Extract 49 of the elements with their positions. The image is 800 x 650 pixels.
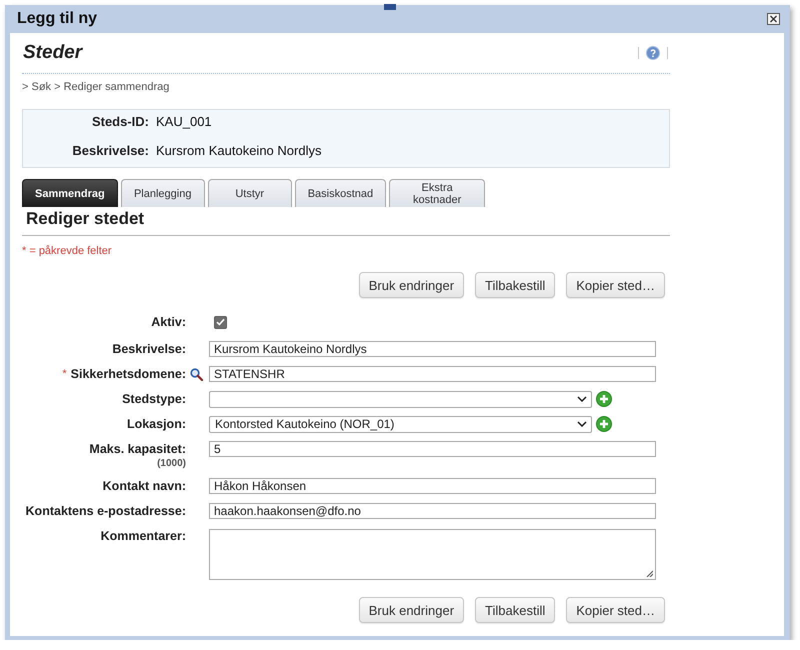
tab[interactable]: Ekstra kostnader (389, 179, 486, 207)
input-field[interactable]: 5 (209, 441, 656, 457)
field-label: Kontakt navn: (102, 478, 186, 495)
help-icon[interactable] (646, 46, 660, 60)
page-title: Steder (22, 42, 82, 64)
action-button[interactable]: Bruk endringer (358, 597, 464, 623)
plus-icon[interactable] (596, 391, 612, 407)
resize-grip-icon (646, 570, 653, 577)
input-field[interactable]: Håkon Håkonsen (209, 478, 656, 494)
field-label: Beskrivelse: (71, 142, 149, 160)
field-label: Steds-ID: (90, 113, 149, 131)
field-value: Kursrom Kautokeino Nordlys (156, 142, 322, 160)
required-mark: * (62, 367, 67, 382)
hint-text: (1000) (157, 458, 186, 470)
field-label: Lokasjon: (126, 416, 186, 433)
field-label: Aktiv: (151, 314, 186, 331)
plus-icon[interactable] (596, 416, 612, 432)
field-value: KAU_001 (156, 113, 213, 131)
tab[interactable]: Utstyr (208, 179, 292, 207)
select-field[interactable] (209, 390, 592, 408)
textarea-field[interactable] (209, 529, 656, 580)
action-button[interactable]: Tilbakestill (475, 597, 556, 623)
required-note: * = påkrevde felter (22, 244, 113, 258)
action-button[interactable]: Kopier sted… (566, 597, 665, 623)
input-field[interactable]: STATENSHR (209, 366, 656, 382)
field-label: Kommentarer: (100, 529, 186, 543)
tab[interactable]: Planlegging (120, 179, 205, 207)
field-label: Stedstype: (122, 391, 186, 408)
breadcrumb: > Søk > Rediger sammendrag (22, 80, 170, 94)
chevron-icon (577, 421, 587, 427)
input-field[interactable]: Kursrom Kautokeino Nordlys (209, 341, 656, 357)
chevron-icon (577, 396, 587, 402)
action-button[interactable]: Kopier sted… (566, 272, 665, 298)
search-icon[interactable] (190, 368, 203, 380)
field-label: Beskrivelse: (112, 341, 186, 358)
select-field[interactable]: Kontorsted Kautokeino (NOR_01) (209, 416, 592, 432)
grip-icon[interactable] (384, 4, 396, 10)
field-label: Maks. kapasitet: (89, 441, 186, 458)
dialog-title: Legg til ny (17, 10, 97, 28)
checkbox[interactable] (214, 316, 227, 328)
field-label: Kontaktens e-postadresse: (26, 503, 186, 520)
tab[interactable]: Basiskostnad (294, 179, 386, 207)
input-field[interactable]: haakon.haakonsen@dfo.no (209, 503, 656, 519)
action-button[interactable]: Tilbakestill (475, 272, 556, 298)
tab[interactable]: Sammendrag (22, 179, 118, 207)
action-button[interactable]: Bruk endringer (358, 272, 464, 298)
field-label: Sikkerhetsdomene: (70, 366, 186, 383)
close-icon[interactable] (767, 13, 780, 25)
section-heading: Rediger stedet (25, 208, 146, 230)
